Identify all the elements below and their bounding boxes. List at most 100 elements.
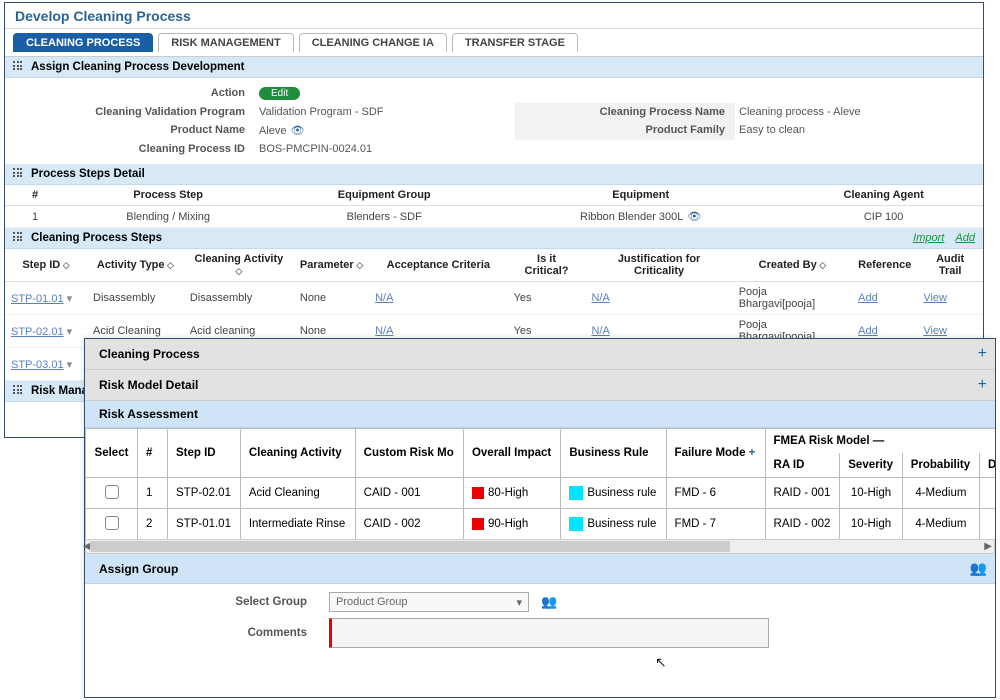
- grip-icon: [13, 385, 25, 397]
- select-group-dropdown[interactable]: Product Group: [329, 592, 529, 612]
- bar-assign-group: Assign Group 👥: [85, 554, 995, 584]
- col-detectability: Detectability: [980, 453, 995, 478]
- tab-risk-management[interactable]: RISK MANAGEMENT: [158, 33, 293, 52]
- row-checkbox[interactable]: [105, 485, 119, 499]
- col-process-step: Process Step: [65, 185, 271, 206]
- col-custom-risk-model: Custom Risk Mo: [355, 429, 463, 478]
- cpid-label: Cleaning Process ID: [5, 140, 255, 158]
- tab-cleaning-process[interactable]: CLEANING PROCESS: [13, 33, 153, 52]
- select-group-label: Select Group: [97, 596, 317, 608]
- audit-view-link[interactable]: View: [923, 292, 947, 304]
- audit-view-link[interactable]: View: [923, 325, 947, 337]
- section-label: Assign Cleaning Process Development: [31, 61, 244, 73]
- risk-assessment-panel: Cleaning Process + Risk Model Detail + R…: [84, 338, 996, 698]
- comments-input[interactable]: [329, 618, 769, 648]
- col-cleaning-activity: Cleaning Activity: [240, 429, 355, 478]
- col-business-rule: Business Rule: [561, 429, 666, 478]
- expand-icon[interactable]: +: [978, 345, 987, 363]
- pn-label: Product Name: [5, 121, 255, 140]
- process-steps-detail-table: # Process Step Equipment Group Equipment…: [5, 185, 983, 228]
- cleaning-process-form: Action Edit Cleaning Validation Program …: [5, 78, 983, 164]
- col-cleaning-activity[interactable]: Cleaning Activity: [184, 249, 294, 282]
- tab-transfer-stage[interactable]: TRANSFER STAGE: [452, 33, 578, 52]
- import-link[interactable]: Import: [913, 232, 944, 244]
- col-severity: Severity: [840, 453, 902, 478]
- col-num: #: [5, 185, 65, 206]
- horizontal-scrollbar[interactable]: [85, 539, 995, 554]
- table-row: 1STP-02.01Acid CleaningCAID - 001 80-Hig…: [86, 478, 996, 509]
- acceptance-criteria-link[interactable]: N/A: [375, 292, 393, 304]
- tab-cleaning-change-ia[interactable]: CLEANING CHANGE IA: [299, 33, 447, 52]
- people-icon[interactable]: 👥: [970, 560, 987, 577]
- row-checkbox[interactable]: [105, 516, 119, 530]
- window-title: Develop Cleaning Process: [5, 3, 983, 29]
- justification-link[interactable]: N/A: [591, 325, 609, 337]
- action-label: Action: [5, 84, 255, 103]
- red-indicator-icon: [472, 487, 484, 499]
- cyan-indicator-icon: [569, 486, 583, 500]
- main-tabs: CLEANING PROCESS RISK MANAGEMENT CLEANIN…: [5, 29, 983, 57]
- cvp-label: Cleaning Validation Program: [5, 103, 255, 121]
- col-ra-id: RA ID: [765, 453, 840, 478]
- cpid-value: BOS-PMCPIN-0024.01: [255, 140, 515, 158]
- comments-label: Comments: [97, 627, 317, 639]
- grip-icon: [13, 232, 25, 244]
- col-probability: Probability: [902, 453, 979, 478]
- eye-icon[interactable]: 👁: [687, 211, 701, 223]
- plus-icon[interactable]: +: [745, 447, 755, 459]
- reference-add-link[interactable]: Add: [858, 292, 878, 304]
- col-failure-mode: Failure Mode +: [666, 429, 765, 478]
- acceptance-criteria-link[interactable]: N/A: [375, 325, 393, 337]
- step-id-link[interactable]: STP-03.01: [11, 359, 64, 371]
- grip-icon: [13, 61, 25, 73]
- edit-button[interactable]: Edit: [259, 87, 300, 100]
- col-select: Select: [86, 429, 138, 478]
- red-indicator-icon: [472, 518, 484, 530]
- col-equipment-group: Equipment Group: [271, 185, 497, 206]
- col-step-id: Step ID: [168, 429, 241, 478]
- assign-group-form: Select Group Product Group 👥 Comments: [85, 584, 995, 662]
- section-label: Process Steps Detail: [31, 168, 145, 180]
- col-audit-trail: Audit Trail: [917, 249, 983, 282]
- col-justification: Justification for Criticality: [585, 249, 732, 282]
- col-is-critical: Is it Critical?: [508, 249, 586, 282]
- team-icon[interactable]: 👥: [541, 594, 557, 610]
- pf-label: Product Family: [515, 121, 735, 140]
- bar-cleaning-process[interactable]: Cleaning Process +: [85, 339, 995, 370]
- grip-icon: [13, 168, 25, 180]
- table-row: 1 Blending / Mixing Blenders - SDF Ribbo…: [5, 206, 983, 228]
- justification-link[interactable]: N/A: [591, 292, 609, 304]
- bar-risk-assessment: Risk Assessment: [85, 401, 995, 428]
- cyan-indicator-icon: [569, 517, 583, 531]
- section-cleaning-process-steps: Cleaning Process Steps Import Add: [5, 228, 983, 249]
- col-cleaning-agent: Cleaning Agent: [784, 185, 983, 206]
- section-label: Cleaning Process Steps: [31, 232, 162, 244]
- step-id-link[interactable]: STP-01.01: [11, 293, 64, 305]
- section-assign-cleaning-process-development: Assign Cleaning Process Development: [5, 57, 983, 78]
- col-parameter[interactable]: Parameter: [294, 249, 369, 282]
- col-fmea-group: FMEA Risk Model —: [765, 429, 995, 454]
- section-process-steps-detail: Process Steps Detail: [5, 164, 983, 185]
- cpn-label: Cleaning Process Name: [515, 103, 735, 121]
- reference-add-link[interactable]: Add: [858, 325, 878, 337]
- col-equipment: Equipment: [497, 185, 784, 206]
- col-reference: Reference: [852, 249, 917, 282]
- col-overall-impact: Overall Impact: [463, 429, 560, 478]
- cpn-value: Cleaning process - Aleve: [735, 103, 975, 121]
- col-acceptance-criteria: Acceptance Criteria: [369, 249, 507, 282]
- col-num: #: [138, 429, 168, 478]
- col-created-by[interactable]: Created By: [733, 249, 852, 282]
- step-id-link[interactable]: STP-02.01: [11, 326, 64, 338]
- risk-assessment-table: Select # Step ID Cleaning Activity Custo…: [85, 428, 995, 540]
- bar-risk-model-detail[interactable]: Risk Model Detail +: [85, 370, 995, 401]
- table-row: STP-01.01 ▾ DisassemblyDisassemblyNone N…: [5, 282, 983, 315]
- col-activity-type[interactable]: Activity Type: [87, 249, 184, 282]
- pn-value: Aleve: [259, 125, 287, 137]
- table-row: 2STP-01.01Intermediate RinseCAID - 002 9…: [86, 509, 996, 540]
- pf-value: Easy to clean: [735, 121, 975, 140]
- add-link[interactable]: Add: [955, 232, 975, 244]
- eye-icon[interactable]: 👁: [291, 125, 305, 137]
- expand-icon[interactable]: +: [978, 376, 987, 394]
- col-step-id[interactable]: Step ID: [5, 249, 87, 282]
- cvp-value: Validation Program - SDF: [255, 103, 515, 121]
